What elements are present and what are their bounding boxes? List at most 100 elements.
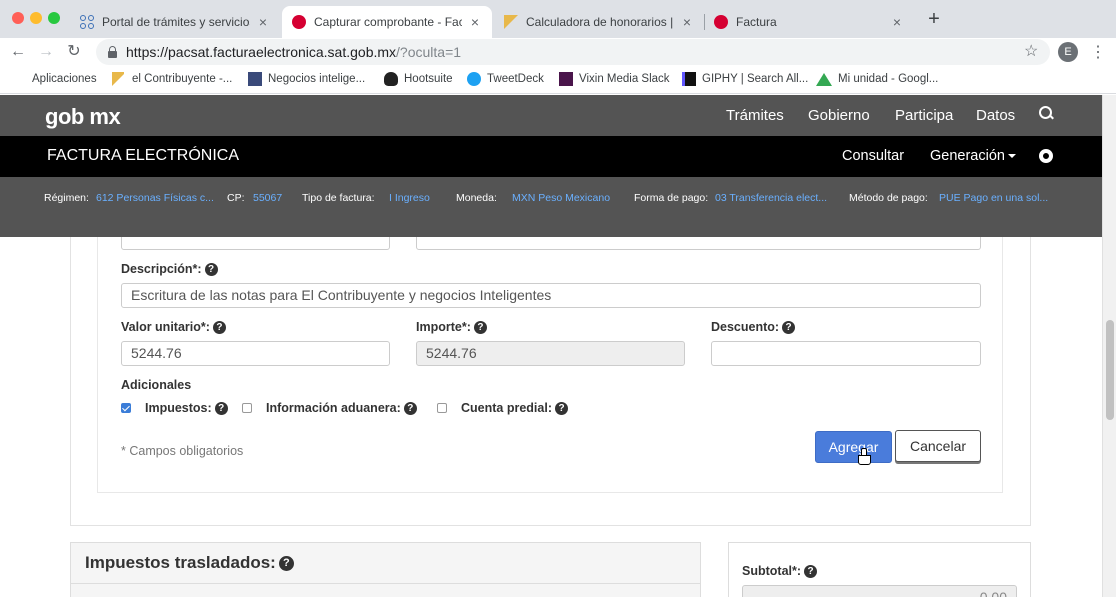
aduanera-checkbox[interactable] — [242, 403, 252, 413]
back-arrow-icon[interactable]: ← — [8, 42, 28, 62]
importe-input: 5244.76 — [416, 341, 685, 366]
bookmark-negocios[interactable]: Negocios intelige... — [248, 72, 365, 86]
help-icon[interactable]: ? — [403, 401, 417, 415]
subtotal-input: 0.00 — [742, 585, 1017, 597]
aduanera-label: Información aduanera:? — [266, 401, 417, 415]
bookmark-star-icon[interactable]: ☆ — [1024, 41, 1038, 61]
search-icon[interactable] — [1039, 106, 1055, 122]
forward-arrow-icon[interactable]: → — [36, 42, 56, 62]
totales-panel: Subtotal*:? 0.00 — [728, 542, 1031, 597]
hand-cursor-icon — [858, 448, 871, 465]
twitter-bird-icon — [467, 72, 481, 86]
cp-value[interactable]: 55067 — [253, 192, 282, 204]
tab-title: Capturar comprobante - Factu... — [314, 15, 462, 29]
descripcion-label: Descripción*:? — [121, 262, 218, 276]
impuestos-checkbox[interactable] — [121, 403, 131, 413]
metodo-label: Método de pago: — [849, 192, 928, 204]
help-icon[interactable]: ? — [782, 320, 796, 334]
tab-close-icon[interactable]: × — [680, 14, 694, 30]
tab-title: Factura — [736, 15, 777, 29]
tipo-label: Tipo de factura: — [302, 192, 375, 204]
bookmark-contribuyente[interactable]: el Contribuyente -... — [112, 72, 232, 86]
valor-unitario-label: Valor unitario*:? — [121, 320, 226, 334]
browser-tab-factura[interactable]: Factura × — [704, 6, 914, 38]
browser-menu-icon[interactable]: ⋮ — [1090, 42, 1106, 62]
help-icon[interactable]: ? — [204, 262, 218, 276]
help-icon[interactable]: ? — [214, 401, 228, 415]
agregar-button[interactable]: Agregar — [815, 431, 892, 463]
help-icon[interactable]: ? — [804, 564, 818, 578]
hootsuite-owl-icon — [384, 72, 398, 86]
apps-grid-icon — [12, 72, 26, 86]
contribuyente-favicon-icon — [504, 15, 518, 29]
nav-datos[interactable]: Datos — [976, 107, 1015, 124]
scrollbar-thumb[interactable] — [1106, 320, 1114, 420]
adicionales-label: Adicionales — [121, 378, 192, 392]
browser-tab-capturar[interactable]: Capturar comprobante - Factu... × — [282, 6, 492, 38]
page-scrollbar[interactable] — [1102, 95, 1116, 597]
descripcion-input[interactable]: Escritura de las notas para El Contribuy… — [121, 283, 981, 308]
nav-gobierno[interactable]: Gobierno — [808, 107, 870, 124]
main-content: Descripción*:? Escritura de las notas pa… — [0, 237, 1102, 597]
browser-tab-strip: Portal de trámites y servicios - ... × C… — [0, 0, 1116, 38]
impuestos-label: Impuestos:? — [145, 401, 228, 415]
regimen-label: Régimen: — [44, 192, 89, 204]
valor-unitario-input[interactable]: 5244.76 — [121, 341, 390, 366]
impuestos-trasladados-panel: Impuestos trasladados:? — [70, 542, 701, 597]
window-minimize-button[interactable] — [30, 12, 42, 24]
window-maximize-button[interactable] — [48, 12, 60, 24]
window-close-button[interactable] — [12, 12, 24, 24]
bookmark-tweetdeck[interactable]: TweetDeck — [467, 72, 544, 86]
bookmark-slack[interactable]: Vixin Media Slack — [559, 72, 670, 86]
help-icon[interactable]: ? — [278, 555, 294, 571]
tab-close-icon[interactable]: × — [256, 14, 270, 30]
moneda-value[interactable]: MXN Peso Mexicano — [512, 192, 610, 204]
factura-title[interactable]: FACTURA ELECTRÓNICA — [47, 147, 239, 165]
nav-consultar[interactable]: Consultar — [842, 148, 904, 164]
subtotal-label: Subtotal*:? — [742, 564, 818, 578]
browser-tab-portal[interactable]: Portal de trámites y servicios - ... × — [70, 6, 280, 38]
predial-label: Cuenta predial:? — [461, 401, 568, 415]
moneda-label: Moneda: — [456, 192, 497, 204]
lock-icon — [108, 46, 117, 58]
panel-divider — [71, 583, 700, 584]
bookmark-drive[interactable]: Mi unidad - Googl... — [816, 72, 938, 86]
browser-tab-calculadora[interactable]: Calculadora de honorarios | el ... × — [494, 6, 704, 38]
gear-icon[interactable] — [1039, 149, 1053, 163]
help-icon[interactable]: ? — [473, 320, 487, 334]
previous-field-input[interactable] — [121, 237, 390, 250]
cancelar-button[interactable]: Cancelar — [895, 430, 981, 462]
help-icon[interactable]: ? — [555, 401, 568, 415]
predial-checkbox[interactable] — [437, 403, 447, 413]
address-bar[interactable]: https://pacsat.facturaelectronica.sat.go… — [96, 39, 1050, 65]
profile-avatar[interactable]: E — [1058, 42, 1078, 62]
tab-title: Portal de trámites y servicios - ... — [102, 15, 250, 29]
bookmark-apps[interactable]: Aplicaciones — [12, 72, 97, 86]
regimen-value[interactable]: 612 Personas Físicas c... — [96, 192, 214, 204]
gob-mx-logo[interactable]: gob mx — [45, 104, 121, 130]
metodo-value[interactable]: PUE Pago en una sol... — [939, 192, 1048, 204]
previous-field-wide-input[interactable] — [416, 237, 981, 250]
invoice-summary-bar: Régimen: 612 Personas Físicas c... CP: 5… — [0, 177, 1102, 237]
required-fields-note: * Campos obligatorios — [121, 444, 244, 458]
nav-generacion[interactable]: Generación — [930, 148, 1016, 164]
tab-close-icon[interactable]: × — [890, 14, 904, 30]
tipo-value[interactable]: I Ingreso — [389, 192, 430, 204]
url-text: https://pacsat.facturaelectronica.sat.go… — [126, 44, 462, 60]
contribuyente-icon — [112, 72, 126, 86]
help-icon[interactable]: ? — [212, 320, 226, 334]
reload-icon[interactable]: ↻ — [64, 42, 84, 62]
giphy-icon — [682, 72, 696, 86]
caret-down-icon — [1007, 154, 1016, 159]
bookmark-hootsuite[interactable]: Hootsuite — [384, 72, 453, 86]
bookmark-giphy[interactable]: GIPHY | Search All... — [682, 72, 808, 86]
nav-participa[interactable]: Participa — [895, 107, 953, 124]
nav-tramites[interactable]: Trámites — [726, 107, 784, 124]
forma-value[interactable]: 03 Transferencia elect... — [715, 192, 827, 204]
tab-close-icon[interactable]: × — [468, 14, 482, 30]
new-tab-icon[interactable]: + — [924, 9, 944, 29]
forma-label: Forma de pago: — [634, 192, 709, 204]
descuento-input[interactable] — [711, 341, 981, 366]
tab-title: Calculadora de honorarios | el ... — [526, 15, 674, 29]
browser-toolbar: ← → ↻ https://pacsat.facturaelectronica.… — [0, 38, 1116, 66]
